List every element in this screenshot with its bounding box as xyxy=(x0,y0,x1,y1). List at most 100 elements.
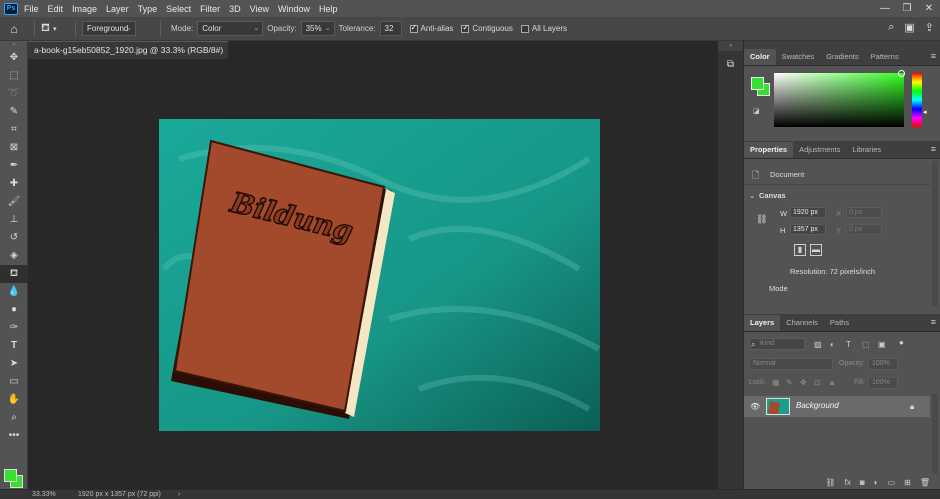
opacity-input[interactable]: 35% ⌄ xyxy=(300,21,335,36)
lock-position-icon[interactable]: ✥ xyxy=(800,378,807,387)
frame-tool-icon[interactable]: ⊠ xyxy=(0,139,28,157)
menu-filter[interactable]: Filter xyxy=(200,4,220,14)
hue-slider[interactable] xyxy=(912,73,922,127)
clone-stamp-tool-icon[interactable]: ⊥ xyxy=(0,211,28,229)
menu-view[interactable]: View xyxy=(250,4,269,14)
tab-paths[interactable]: Paths xyxy=(824,315,855,331)
menu-help[interactable]: Help xyxy=(319,4,338,14)
home-icon[interactable]: ⌂ xyxy=(0,22,28,36)
y-input[interactable]: 0 px xyxy=(846,224,882,235)
filter-shape-icon[interactable]: ⬚ xyxy=(862,340,870,349)
landscape-orientation-icon[interactable]: ▬ xyxy=(810,244,822,256)
eraser-tool-icon[interactable]: ◈ xyxy=(0,247,28,265)
paint-bucket-tool-icon[interactable]: ⛾ xyxy=(0,265,28,283)
toolbar-collapse-icon[interactable]: » xyxy=(0,41,28,49)
tab-color[interactable]: Color xyxy=(744,49,776,65)
link-layers-icon[interactable]: ⛓ xyxy=(826,477,836,489)
paint-bucket-preset-icon[interactable]: ⛾ ▾ xyxy=(41,22,69,36)
menu-select[interactable]: Select xyxy=(166,4,191,14)
delete-layer-icon[interactable]: 🗑︎ xyxy=(920,477,930,489)
dodge-tool-icon[interactable]: ● xyxy=(0,301,28,319)
tab-patterns[interactable]: Patterns xyxy=(865,49,905,65)
menu-image[interactable]: Image xyxy=(72,4,97,14)
document-tab[interactable]: a-book-g15eb50852_1920.jpg @ 33.3% (RGB/… xyxy=(28,41,228,72)
panel-menu-icon[interactable]: ≡ xyxy=(931,144,936,154)
tab-libraries[interactable]: Libraries xyxy=(846,142,887,158)
anti-alias-checkbox[interactable]: Anti-alias xyxy=(409,23,453,33)
tab-swatches[interactable]: Swatches xyxy=(776,49,821,65)
lasso-tool-icon[interactable]: ➰ xyxy=(0,85,28,103)
layer-style-icon[interactable]: fx xyxy=(845,477,851,489)
menu-3d[interactable]: 3D xyxy=(229,4,241,14)
filter-adjustment-icon[interactable]: ◐ xyxy=(830,340,835,349)
hand-tool-icon[interactable]: ✋ xyxy=(0,391,28,409)
search-icon[interactable]: ⌕ xyxy=(888,21,894,34)
layers-scrollbar[interactable] xyxy=(932,394,938,474)
blend-mode-dropdown[interactable]: Normal xyxy=(749,358,833,370)
link-dimensions-icon[interactable]: ⛓ xyxy=(756,214,767,225)
layer-visibility-eye-icon[interactable]: 👁︎ xyxy=(750,402,760,411)
hue-slider-handle-icon[interactable]: ◂ xyxy=(923,108,927,116)
history-panel-icon[interactable]: ⧉ xyxy=(723,57,739,73)
move-tool-icon[interactable]: ✥ xyxy=(0,49,28,67)
add-mask-icon[interactable]: ◙ xyxy=(860,477,865,489)
new-layer-icon[interactable]: ⊞ xyxy=(904,477,911,489)
crop-tool-icon[interactable]: ⌗ xyxy=(0,121,28,139)
zoom-level[interactable]: 33.33% xyxy=(32,490,56,499)
status-menu-arrow[interactable]: › xyxy=(178,490,180,499)
lock-artboard-icon[interactable]: ⊡ xyxy=(814,378,821,387)
layer-filter-kind[interactable]: Kind xyxy=(749,338,805,350)
menu-edit[interactable]: Edit xyxy=(48,4,64,14)
fill-source-dropdown[interactable]: Foreground ⌄ xyxy=(82,21,136,36)
menu-type[interactable]: Type xyxy=(138,4,158,14)
layer-row[interactable]: 👁︎ Background 🔒︎ xyxy=(744,396,930,417)
tab-adjustments[interactable]: Adjustments xyxy=(793,142,846,158)
canvas-section-toggle-icon[interactable]: ⌄ xyxy=(749,191,755,200)
minimize-icon[interactable]: — xyxy=(874,0,896,17)
contiguous-checkbox[interactable]: Contiguous xyxy=(461,23,513,33)
history-brush-tool-icon[interactable]: ↺ xyxy=(0,229,28,247)
more-tools-icon[interactable]: ••• xyxy=(0,427,28,445)
mode-dropdown[interactable]: Color ⌄ xyxy=(197,21,264,36)
menu-file[interactable]: File xyxy=(24,4,39,14)
menu-layer[interactable]: Layer xyxy=(106,4,129,14)
tab-layers[interactable]: Layers xyxy=(744,315,781,331)
filter-type-icon[interactable]: T xyxy=(846,340,851,349)
default-colors-icon[interactable]: ◪ xyxy=(753,107,760,115)
portrait-orientation-icon[interactable]: ▮ xyxy=(794,244,806,256)
blur-tool-icon[interactable]: 💧 xyxy=(0,283,28,301)
panel-menu-icon[interactable]: ≡ xyxy=(931,51,936,61)
new-group-icon[interactable]: ▭ xyxy=(888,477,896,489)
tab-gradients[interactable]: Gradients xyxy=(820,49,865,65)
all-layers-checkbox[interactable]: All Layers xyxy=(520,24,567,33)
filter-smart-object-icon[interactable]: ▣ xyxy=(878,340,886,349)
dock-collapse-icon[interactable]: « xyxy=(718,41,743,51)
type-tool-icon[interactable]: T xyxy=(0,337,28,355)
lock-brush-icon[interactable]: ✎ xyxy=(786,378,793,387)
maximize-icon[interactable]: ❐ xyxy=(896,0,918,17)
color-foreground-swatch[interactable] xyxy=(751,77,764,90)
layer-opacity-input[interactable]: 100% xyxy=(868,358,898,370)
lock-all-icon[interactable]: 🔒︎ xyxy=(830,378,834,388)
foreground-color-swatch[interactable] xyxy=(4,469,17,482)
zoom-tool-icon[interactable]: ⌕ xyxy=(0,409,28,427)
rectangle-tool-icon[interactable]: ▭ xyxy=(0,373,28,391)
filter-pixel-icon[interactable]: ▨ xyxy=(814,340,822,349)
tab-channels[interactable]: Channels xyxy=(780,315,824,331)
x-input[interactable]: 0 px xyxy=(846,207,882,218)
lock-pixels-icon[interactable]: ▦ xyxy=(772,378,780,387)
width-input[interactable]: 1920 px xyxy=(790,207,826,218)
pen-tool-icon[interactable]: ✑ xyxy=(0,319,28,337)
path-selection-tool-icon[interactable]: ➤ xyxy=(0,355,28,373)
share-icon[interactable]: ⇪ xyxy=(925,21,934,34)
filter-toggle-icon[interactable]: ● xyxy=(899,338,904,347)
height-input[interactable]: 1357 px xyxy=(790,224,826,235)
fill-input[interactable]: 100% xyxy=(868,377,898,389)
marquee-tool-icon[interactable]: ⬚ xyxy=(0,67,28,85)
eyedropper-tool-icon[interactable]: ✒ xyxy=(0,157,28,175)
close-icon[interactable]: ✕ xyxy=(918,0,940,17)
tolerance-input[interactable]: 32 xyxy=(379,21,402,36)
brush-tool-icon[interactable]: 🖌 xyxy=(0,193,28,211)
panel-menu-icon[interactable]: ≡ xyxy=(931,317,936,327)
workspace-icon[interactable]: ▣ xyxy=(904,21,914,34)
